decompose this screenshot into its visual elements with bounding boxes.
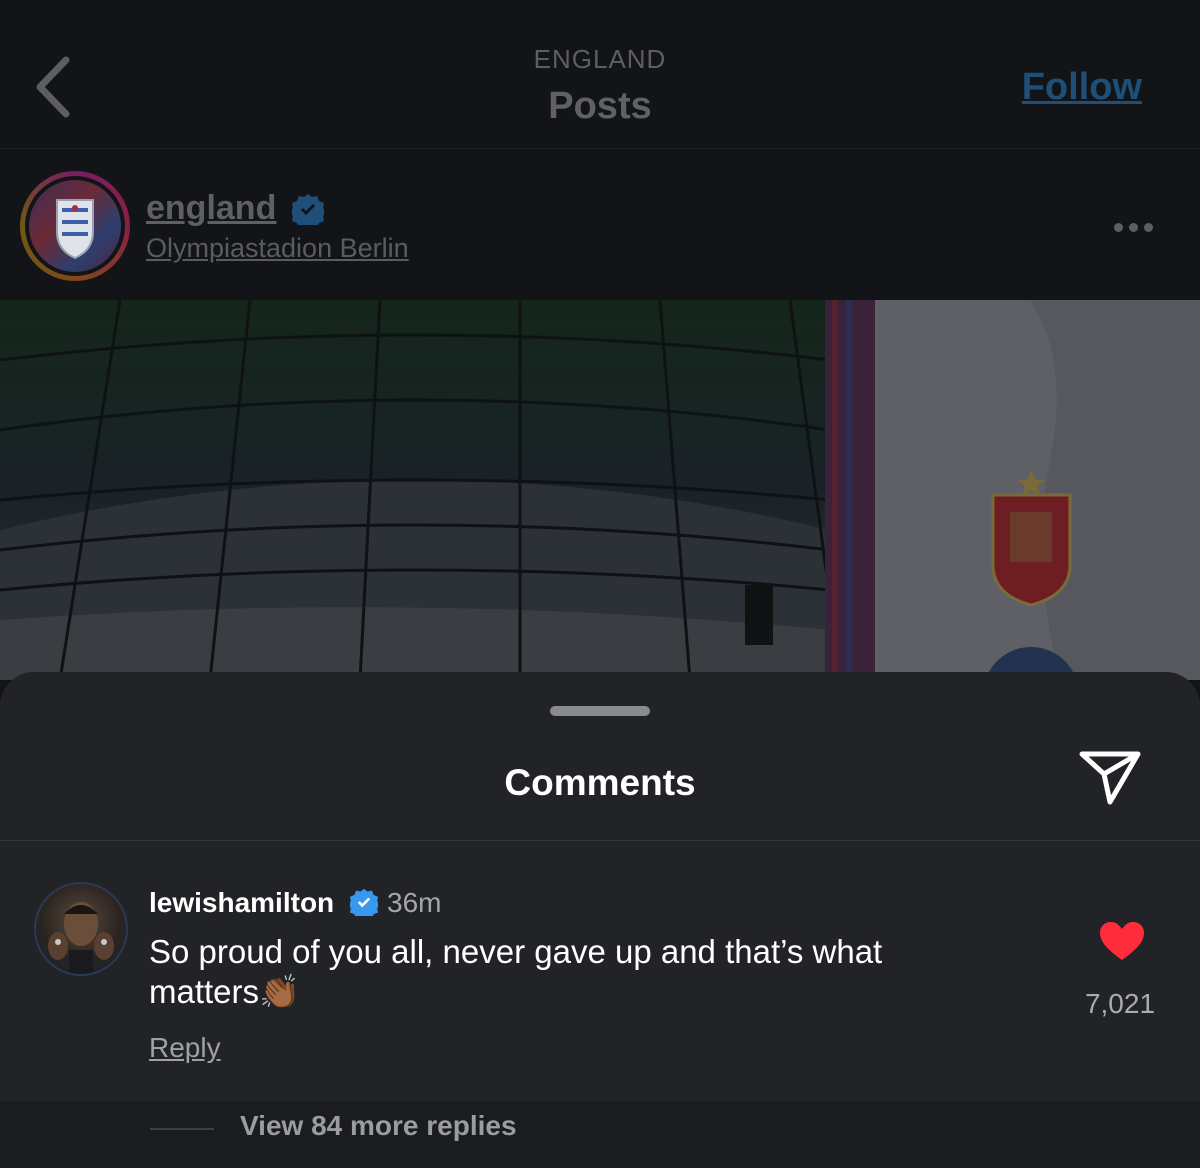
comments-sheet: Comments lewishamilton 36m So proud of y… bbox=[0, 672, 1200, 1168]
story-ring[interactable] bbox=[20, 171, 130, 281]
stadium-photo bbox=[0, 300, 1200, 680]
reply-button[interactable]: Reply bbox=[149, 1032, 221, 1064]
post-header: england Olympiastadion Berlin bbox=[0, 149, 1200, 299]
page-title-block: ENGLAND Posts bbox=[0, 44, 1200, 128]
england-crest-icon bbox=[56, 199, 94, 260]
post-image[interactable] bbox=[0, 300, 1200, 680]
verified-badge-icon bbox=[292, 194, 324, 225]
comment-username[interactable]: lewishamilton bbox=[149, 887, 334, 919]
replies-divider-line bbox=[150, 1128, 214, 1130]
comment-time: 36m bbox=[387, 887, 442, 918]
view-replies-row[interactable]: View 84 more replies bbox=[0, 1102, 1200, 1168]
more-options-button[interactable] bbox=[1114, 219, 1160, 233]
ellipsis-icon bbox=[1114, 223, 1123, 232]
view-replies-link[interactable]: View 84 more replies bbox=[240, 1110, 517, 1142]
heart-filled-icon bbox=[1100, 922, 1144, 960]
comments-title: Comments bbox=[504, 762, 696, 803]
like-count: 7,021 bbox=[1084, 988, 1156, 1019]
share-button[interactable] bbox=[1078, 748, 1142, 806]
verified-badge-icon bbox=[350, 888, 378, 916]
post-username[interactable]: england bbox=[146, 189, 276, 228]
sheet-divider bbox=[0, 840, 1200, 841]
sheet-grabber[interactable] bbox=[550, 706, 650, 716]
commenter-avatar[interactable] bbox=[34, 882, 128, 976]
top-bar: ENGLAND Posts Follow bbox=[0, 0, 1200, 149]
paper-plane-icon bbox=[1079, 751, 1141, 805]
comment-text: So proud of you all, never gave up and t… bbox=[149, 933, 883, 1010]
avatar bbox=[29, 180, 121, 272]
avatar-photo bbox=[48, 902, 114, 974]
follow-button[interactable]: Follow bbox=[1022, 66, 1142, 109]
like-button[interactable] bbox=[1098, 920, 1146, 962]
page-title: Posts bbox=[548, 85, 652, 127]
page-subtitle: ENGLAND bbox=[533, 44, 667, 74]
post-location[interactable]: Olympiastadion Berlin bbox=[146, 233, 409, 264]
